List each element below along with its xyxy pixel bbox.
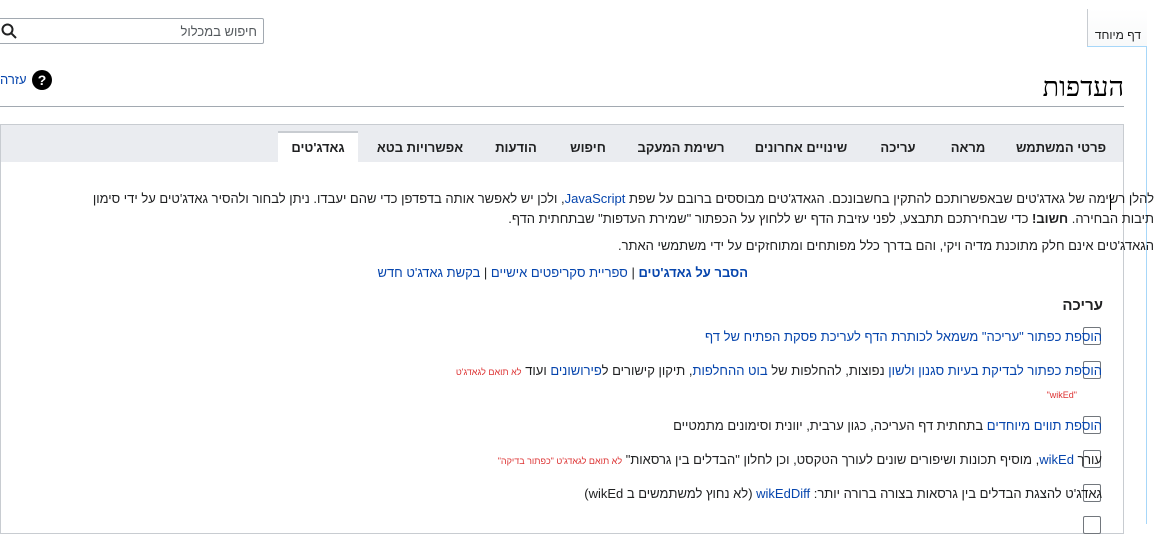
disambiguation-link[interactable]: פירושונים	[550, 363, 602, 378]
tab-beta-features[interactable]: אפשרויות בטא	[367, 131, 473, 162]
incompatibility-note: לא תואם לגאדג'ט "כפתור בדיקה"	[497, 456, 623, 466]
search-placeholder: חיפוש במכלול	[180, 24, 257, 39]
gadget-text: נפוצות, להחלפות של	[767, 363, 889, 378]
heading-divider	[0, 106, 1124, 107]
gadget-option: הוספת כפתור "עריכה" משמאל לכותרת הדף לער…	[705, 329, 1102, 344]
tab-underline	[1087, 46, 1147, 47]
separator: |	[627, 265, 639, 280]
tab-gadgets[interactable]: גאדג'טים	[278, 131, 358, 162]
tab-editing[interactable]: עריכה	[869, 131, 927, 162]
section-title-editing: עריכה	[1062, 297, 1103, 314]
tab-user-profile[interactable]: פרטי המשתמש	[1009, 131, 1113, 162]
gadget-text: גאדג'ט להצגת הבדלים בין גרסאות בצורה ברו…	[810, 486, 1102, 501]
search-icon[interactable]	[1, 23, 17, 39]
gadget-edit-lead-link[interactable]: הוספת כפתור "עריכה" משמאל לכותרת הדף לער…	[705, 329, 1102, 344]
important-label: חשוב!	[1032, 211, 1069, 226]
tab-appearance[interactable]: מראה	[939, 131, 997, 162]
gadget-text: עורך	[1073, 452, 1102, 467]
gadget-option: הוספת תווים מיוחדים בתחתית דף העריכה, כג…	[673, 418, 1102, 433]
intro-text: כדי שבחירתכם תתבצע, לפני עזיבת הדף יש לל…	[508, 211, 1033, 226]
intro-line-1: להלן רשימה של גאדג'טים שבאפשרותכם להתקין…	[93, 189, 1154, 209]
gadgets-explanation-link[interactable]: הסבר על גאדג'טים	[638, 265, 748, 280]
wikeddiff-link[interactable]: wikEdDiff	[756, 486, 810, 501]
intro-text: , ולכן יש לאפשר אותה בדפדפן כדי שהם יעבד…	[92, 191, 565, 206]
gadget-option: עורך wikEd, מוסיף תכונות ושיפורים שונים …	[498, 452, 1102, 467]
intro-line-2: תיבות הבחירה. חשוב! כדי שבחירתכם תתבצע, …	[508, 209, 1154, 229]
tab-special-page[interactable]: דף מיוחד	[1087, 9, 1147, 47]
page-title: העדפות	[1042, 72, 1124, 102]
incompatibility-note: "wikEd"	[1046, 390, 1077, 400]
special-characters-link[interactable]: הוספת תווים מיוחדים	[987, 418, 1102, 433]
gadget-links: הסבר על גאדג'טים | ספריית סקריפטים אישיי…	[377, 263, 748, 283]
gadget-text: ועוד	[521, 363, 551, 378]
incompatibility-note: לא תואם לגאדג'ט	[455, 367, 522, 377]
help-link[interactable]: עזרה	[0, 72, 27, 87]
gadget-style-check-link[interactable]: הוספת כפתור לבדיקת בעיות סגנון ולשון	[888, 363, 1102, 378]
gadget-text: , תיקון קישורים ל	[601, 363, 693, 378]
separator: |	[480, 265, 491, 280]
tab-search[interactable]: חיפוש	[559, 131, 617, 162]
new-gadget-request-link[interactable]: בקשת גאדג'ט חדש	[377, 265, 480, 280]
gadget-option: גאדג'ט להצגת הבדלים בין גרסאות בצורה ברו…	[584, 486, 1102, 501]
help-icon[interactable]: ?	[32, 70, 52, 90]
tab-watchlist[interactable]: רשימת המעקב	[629, 131, 733, 162]
gadget-option: הוספת כפתור לבדיקת בעיות סגנון ולשון נפו…	[456, 363, 1102, 378]
tab-bar: פרטי המשתמש מראה עריכה שינויים אחרונים ר…	[1, 125, 1123, 162]
search-input[interactable]: חיפוש במכלול	[0, 18, 264, 44]
javascript-link[interactable]: JavaScript	[565, 191, 626, 206]
tab-notifications[interactable]: הודעות	[485, 131, 547, 162]
gadget-text: (לא נחוץ למשתמשים ב wikEd)	[584, 486, 757, 501]
personal-scripts-link[interactable]: ספריית סקריפטים אישיים	[491, 265, 628, 280]
wiked-link[interactable]: wikEd	[1039, 452, 1074, 467]
content-border	[1146, 47, 1147, 524]
tab-recent-changes[interactable]: שינויים אחרונים	[745, 131, 857, 162]
intro-text: להלן רשימה של גאדג'טים שבאפשרותכם להתקין…	[625, 191, 1154, 206]
intro-text: תיבות הבחירה.	[1068, 211, 1154, 226]
special-page-label: דף מיוחד	[1094, 28, 1141, 42]
text-cursor	[1110, 194, 1111, 210]
intro-line-3: הגאדג'טים אינם חלק מתוכנת מדיה ויקי, והם…	[617, 238, 1154, 253]
gadget-text: בתחתית דף העריכה, כגון ערבית, יוונית וסי…	[673, 418, 987, 433]
gadget-checkbox[interactable]	[1083, 516, 1101, 534]
replacement-bot-link[interactable]: בוט ההחלפות	[692, 363, 767, 378]
gadget-text: , מוסיף תכונות ושיפורים שונים לעורך הטקס…	[622, 452, 1040, 467]
